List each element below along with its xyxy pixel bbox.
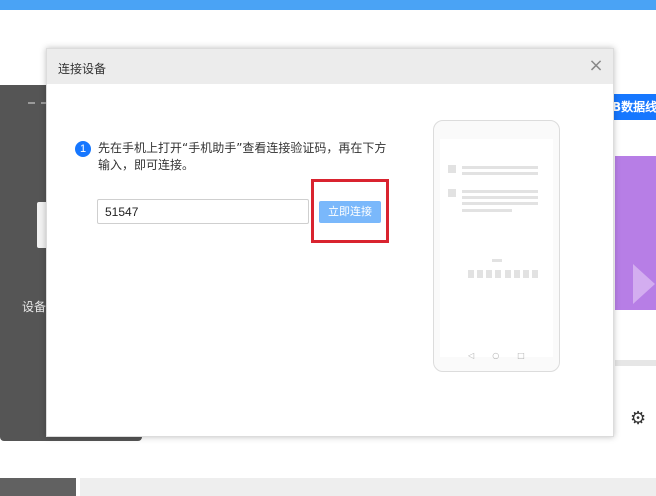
progress-track bbox=[615, 360, 656, 366]
dialog-title: 连接设备 bbox=[58, 62, 107, 76]
recent-apps-icon: □ bbox=[517, 351, 525, 360]
promo-card[interactable] bbox=[615, 156, 656, 310]
connect-device-dialog: 连接设备 × 1 先在手机上打开“手机助手”查看连接验证码，再在下方输入，即可连… bbox=[46, 48, 614, 437]
placeholder-line bbox=[462, 166, 538, 169]
phone-illustration: ◁ ○ □ bbox=[433, 120, 560, 372]
placeholder-line bbox=[462, 172, 538, 175]
panel-dash bbox=[28, 102, 35, 104]
placeholder-square bbox=[448, 189, 456, 197]
app-top-bar bbox=[0, 0, 656, 10]
placeholder-line bbox=[462, 196, 538, 199]
home-icon: ○ bbox=[492, 351, 500, 360]
close-icon[interactable]: × bbox=[587, 57, 605, 75]
highlight-annotation bbox=[311, 179, 389, 243]
placeholder-line bbox=[462, 202, 538, 205]
placeholder-dash bbox=[492, 259, 502, 262]
dialog-header: 连接设备 × bbox=[47, 49, 613, 84]
phone-screen bbox=[440, 139, 553, 357]
placeholder-square bbox=[448, 165, 456, 173]
device-panel-label: 设备 bbox=[22, 300, 47, 314]
instruction-text: 先在手机上打开“手机助手”查看连接验证码，再在下方输入，即可连接。 bbox=[98, 141, 387, 172]
play-icon bbox=[633, 264, 655, 304]
usb-cable-tab[interactable]: B数据线 bbox=[610, 94, 656, 120]
placeholder-line bbox=[462, 190, 538, 193]
bottom-panel-dark bbox=[0, 478, 76, 496]
gear-icon[interactable]: ⚙ bbox=[630, 410, 646, 428]
step-number-badge: 1 bbox=[75, 141, 91, 157]
verification-code-input[interactable] bbox=[97, 199, 309, 224]
phone-nav-bar: ◁ ○ □ bbox=[434, 351, 559, 361]
bottom-panel-light bbox=[80, 478, 656, 496]
code-placeholder-dots bbox=[468, 270, 538, 278]
back-icon: ◁ bbox=[468, 351, 475, 360]
placeholder-line bbox=[462, 209, 512, 212]
